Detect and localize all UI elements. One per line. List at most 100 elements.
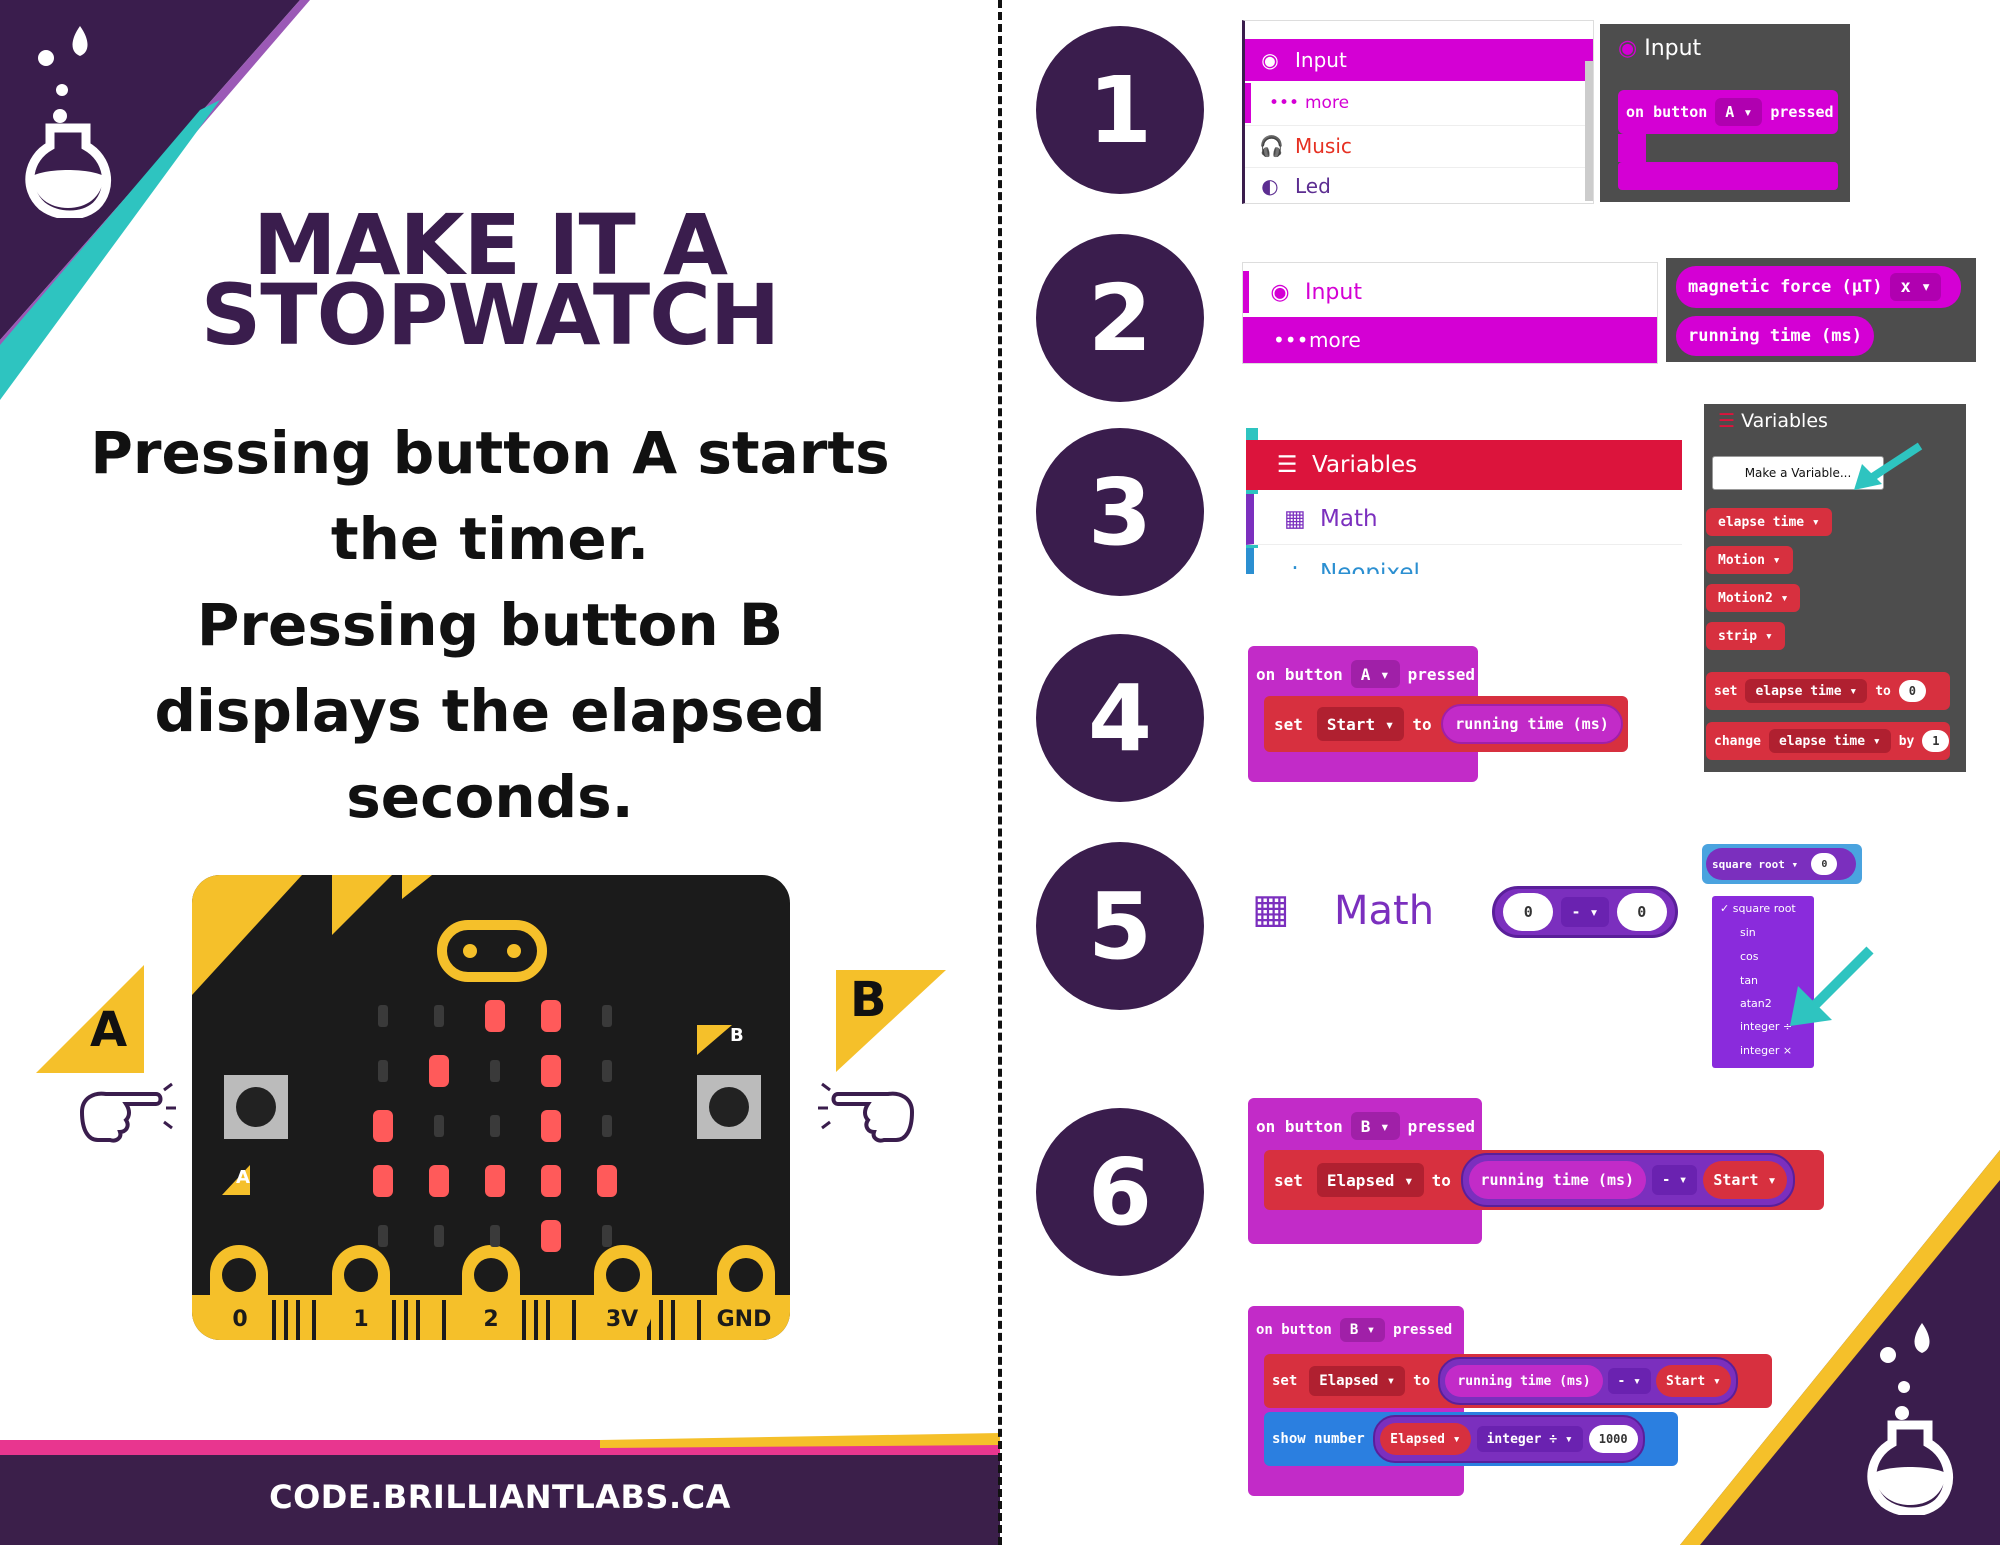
- board-graphics: [192, 875, 790, 1340]
- category-input[interactable]: ◉ Input: [1243, 271, 1657, 313]
- start-var[interactable]: Start ▾: [1703, 1161, 1787, 1199]
- running-time-block[interactable]: running time (ms): [1441, 704, 1623, 744]
- step-3-badge: 3: [1036, 428, 1204, 596]
- button-dropdown[interactable]: A ▾: [1350, 660, 1400, 688]
- option-integer-multiply[interactable]: integer ×: [1740, 1044, 1792, 1057]
- category-more[interactable]: ••• more: [1243, 317, 1657, 363]
- list-icon: ☰: [1276, 452, 1298, 478]
- operator-dropdown[interactable]: - ▾: [1561, 897, 1609, 927]
- step-6-badge: 6: [1036, 1108, 1204, 1276]
- set-value[interactable]: 0: [1898, 680, 1926, 702]
- operator-dropdown[interactable]: - ▾: [1607, 1368, 1652, 1394]
- label-b: B: [850, 972, 887, 1028]
- category-variables[interactable]: ☰ Variables: [1246, 440, 1682, 490]
- arrow-pointer-icon: [1854, 442, 1923, 490]
- step4-set-block[interactable]: set Start ▾ to running time (ms): [1264, 696, 1628, 752]
- footer-url[interactable]: CODE.BRILLIANTLABS.CA: [0, 1478, 1000, 1516]
- category-led[interactable]: ◐ Led: [1245, 167, 1593, 204]
- minus-expression[interactable]: running time (ms) - ▾ Start ▾: [1460, 1153, 1795, 1207]
- step-2-badge: 2: [1036, 234, 1204, 402]
- var-dropdown[interactable]: Elapsed ▾: [1316, 1163, 1424, 1197]
- input-icon: ◉: [1261, 48, 1279, 72]
- running-time-block[interactable]: running time (ms): [1445, 1365, 1603, 1397]
- divide-expression[interactable]: Elapsed ▾ integer ÷ ▾ 1000: [1373, 1415, 1645, 1463]
- button-dropdown[interactable]: B ▾: [1350, 1112, 1400, 1140]
- button-dropdown[interactable]: A ▾: [1715, 98, 1763, 126]
- var-strip[interactable]: strip ▾: [1706, 622, 1785, 650]
- flyout-title: ☰ Variables: [1718, 410, 1828, 432]
- pin-0: 0: [232, 1307, 248, 1332]
- option-integer-divide[interactable]: integer ÷: [1740, 1020, 1792, 1033]
- step3-toolbox: ☰ Variables ▦ Math ∴ Neopixel: [1246, 428, 1682, 574]
- step6b-set-block[interactable]: set Elapsed ▾ to running time (ms) - ▾ S…: [1264, 1354, 1772, 1408]
- flask-logo-2: [1867, 1323, 1954, 1515]
- set-var-dropdown[interactable]: elapse time ▾: [1745, 679, 1868, 703]
- divisor-value[interactable]: 1000: [1588, 1425, 1638, 1453]
- square-root-block[interactable]: square root ▾ 0: [1706, 848, 1856, 880]
- var-dropdown[interactable]: Elapsed ▾: [1309, 1366, 1406, 1396]
- axis-dropdown[interactable]: x ▾: [1890, 273, 1942, 301]
- instructions: Pressing button A starts the timer. Pres…: [90, 419, 890, 831]
- dots-icon: ∴: [1287, 560, 1303, 574]
- sqrt-value[interactable]: 0: [1811, 853, 1838, 875]
- step1-flyout: ◉ Input on button A ▾ pressed: [1600, 24, 1850, 202]
- category-input[interactable]: ◉ Input: [1245, 39, 1593, 81]
- start-var[interactable]: Start ▾: [1656, 1365, 1731, 1397]
- on-button-block[interactable]: on button A ▾ pressed: [1618, 90, 1838, 134]
- pointing-hand-right-icon: [79, 1082, 176, 1143]
- right-operand[interactable]: 0: [1616, 893, 1667, 931]
- step3-flyout: ☰ Variables Make a Variable... elapse ti…: [1704, 404, 1966, 772]
- change-block[interactable]: change elapse time ▾ by 1: [1706, 722, 1950, 760]
- change-value[interactable]: 1: [1922, 730, 1950, 752]
- pin-gnd: GND: [716, 1307, 772, 1332]
- arrow-pointer-icon-2: [1790, 946, 1874, 1026]
- option-atan2[interactable]: atan2: [1740, 997, 1772, 1010]
- operator-dropdown[interactable]: - ▾: [1652, 1165, 1698, 1195]
- page-divider: [998, 0, 1002, 1545]
- step-5-badge: 5: [1036, 842, 1204, 1010]
- board-label-b: B: [730, 1025, 744, 1046]
- pin-2: 2: [483, 1307, 499, 1332]
- step6a-set-block[interactable]: set Elapsed ▾ to running time (ms) - ▾ S…: [1264, 1150, 1824, 1210]
- step2-toolbox: ◉ Input ••• more: [1242, 262, 1658, 364]
- flask-logo: [25, 26, 112, 218]
- pin-1: 1: [353, 1307, 369, 1332]
- var-motion[interactable]: Motion ▾: [1706, 546, 1793, 574]
- option-cos[interactable]: cos: [1740, 950, 1759, 963]
- var-elapse-time[interactable]: elapse time ▾: [1706, 508, 1832, 536]
- pin-3v: 3V: [605, 1307, 639, 1332]
- show-number-block[interactable]: show number Elapsed ▾ integer ÷ ▾ 1000: [1264, 1412, 1678, 1466]
- set-block[interactable]: set elapse time ▾ to 0: [1706, 672, 1950, 710]
- category-math[interactable]: ▦ Math: [1246, 494, 1682, 545]
- category-neopixel[interactable]: ∴ Neopixel: [1246, 548, 1682, 574]
- scrollbar[interactable]: [1585, 61, 1593, 201]
- option-square-root[interactable]: ✓ square root: [1720, 902, 1796, 915]
- magnetic-force-block[interactable]: magnetic force (µT) x ▾: [1676, 266, 1962, 308]
- more-icon: •••: [1269, 93, 1300, 113]
- minus-block[interactable]: 0 - ▾ 0: [1492, 886, 1678, 938]
- calculator-icon: ▦: [1252, 886, 1290, 932]
- left-operand[interactable]: 0: [1503, 893, 1554, 931]
- running-time-block[interactable]: running time (ms): [1676, 316, 1874, 356]
- button-dropdown[interactable]: B ▾: [1339, 1318, 1386, 1342]
- input-icon: ◉: [1618, 36, 1645, 61]
- running-time-block[interactable]: running time (ms): [1468, 1161, 1647, 1199]
- category-music[interactable]: 🎧 Music: [1245, 125, 1593, 166]
- step-1-badge: 1: [1036, 26, 1204, 194]
- var-dropdown[interactable]: Start ▾: [1316, 707, 1405, 741]
- step-4-badge: 4: [1036, 634, 1204, 802]
- pointing-hand-left-icon: [818, 1082, 915, 1143]
- board-label-a: A: [236, 1167, 250, 1188]
- category-more[interactable]: ••• more: [1245, 83, 1593, 123]
- list-icon: ☰: [1718, 410, 1742, 432]
- divide-operator[interactable]: integer ÷ ▾: [1476, 1426, 1583, 1452]
- option-sin[interactable]: sin: [1740, 926, 1756, 939]
- math-label: Math: [1334, 888, 1435, 934]
- change-var-dropdown[interactable]: elapse time ▾: [1768, 729, 1891, 753]
- elapsed-var[interactable]: Elapsed ▾: [1380, 1423, 1471, 1455]
- option-tan[interactable]: tan: [1740, 974, 1758, 987]
- minus-expression[interactable]: running time (ms) - ▾ Start ▾: [1438, 1357, 1738, 1405]
- calculator-icon: ▦: [1284, 506, 1306, 532]
- input-icon: ◉: [1270, 279, 1290, 305]
- var-motion2[interactable]: Motion2 ▾: [1706, 584, 1801, 612]
